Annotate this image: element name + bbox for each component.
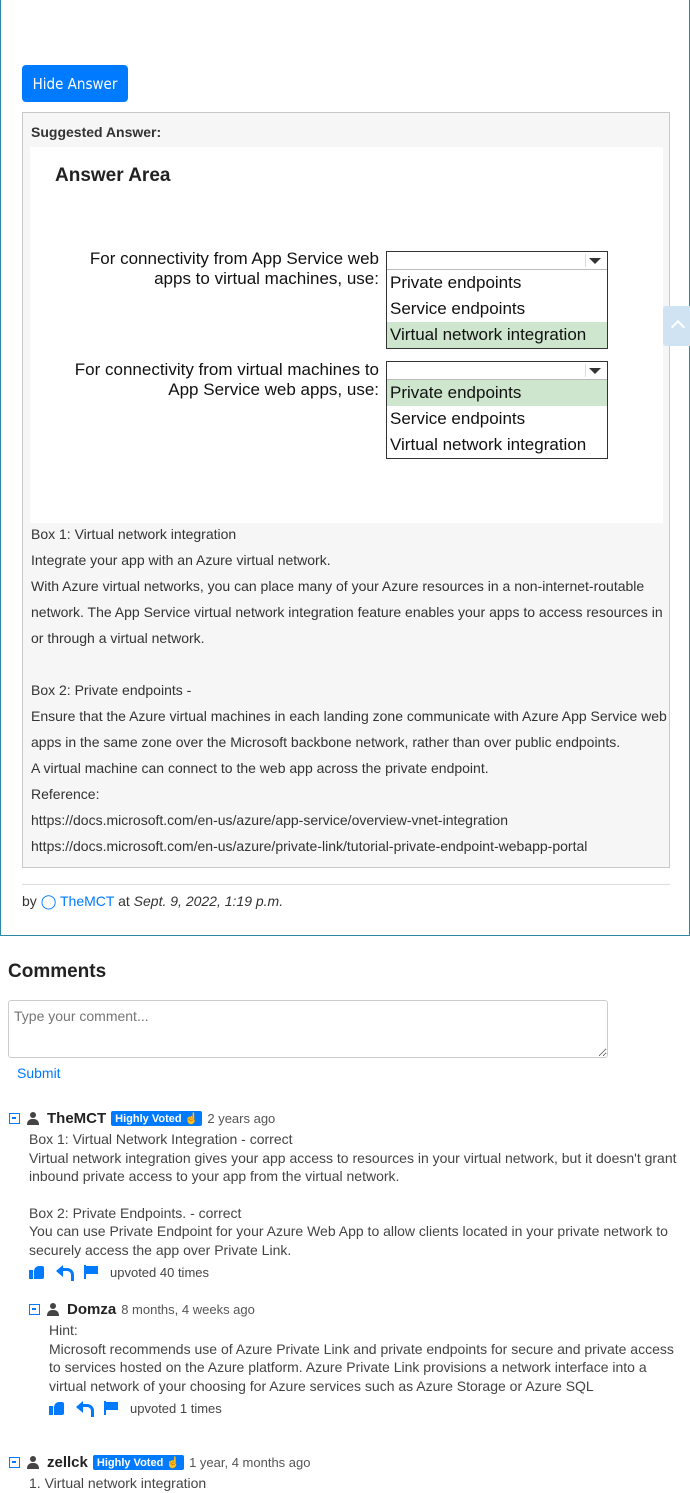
q2-dropdown: Private endpoints Service endpoints Virt… — [386, 361, 608, 459]
comment-time: 8 months, 4 weeks ago — [121, 1301, 255, 1317]
collapse-icon[interactable] — [9, 1456, 20, 1468]
byline: by ◯ TheMCT at Sept. 9, 2022, 1:19 p.m. — [22, 884, 670, 910]
comment-username[interactable]: Domza — [67, 1301, 116, 1318]
user-icon — [27, 1111, 39, 1125]
chevron-down-icon — [585, 254, 603, 267]
comment-body: Hint: Microsoft recommends use of Azure … — [49, 1322, 674, 1394]
question-card: Hide Answer Suggested Answer: Answer Are… — [0, 0, 690, 936]
flag-icon[interactable] — [83, 1265, 99, 1279]
scroll-to-top-button[interactable] — [663, 306, 690, 346]
reply-icon[interactable] — [76, 1401, 94, 1417]
user-link[interactable]: ◯ TheMCT — [41, 893, 115, 909]
comments-heading: Comments — [8, 961, 107, 982]
user-icon — [27, 1455, 39, 1469]
comment-actions: upvoted 40 times — [29, 1263, 679, 1281]
comment-username[interactable]: TheMCT — [47, 1110, 106, 1127]
q1-option: Private endpoints — [390, 273, 522, 292]
upvote-icon[interactable] — [29, 1265, 45, 1279]
q2-text: For connectivity from virtual machines t… — [74, 360, 379, 399]
comment-input[interactable] — [8, 1000, 608, 1058]
q2-option-selected: Private endpoints — [387, 380, 607, 406]
reference-link[interactable]: https://docs.microsoft.com/en-us/azure/a… — [31, 807, 667, 833]
answer-explanation: Box 1: Virtual network integration Integ… — [31, 521, 667, 859]
user-icon: ◯ — [40, 893, 57, 909]
reference-link[interactable]: https://docs.microsoft.com/en-us/azure/p… — [31, 833, 667, 859]
user-icon — [47, 1302, 59, 1316]
answer-area-title: Answer Area — [55, 165, 171, 186]
vote-count: upvoted 40 times — [110, 1264, 210, 1280]
suggested-answer-box: Suggested Answer: Answer Area For connec… — [22, 112, 670, 868]
q1-option-selected: Virtual network integration — [387, 322, 607, 348]
highly-voted-badge: Highly Voted ☝ — [111, 1110, 203, 1126]
comment-username[interactable]: zellck — [47, 1454, 88, 1471]
chevron-down-icon — [585, 364, 603, 377]
highly-voted-badge: Highly Voted ☝ — [92, 1454, 185, 1470]
q1-dropdown: Private endpoints Service endpoints Virt… — [386, 251, 608, 349]
thumbs-up-icon: ☝ — [184, 1112, 199, 1125]
comment-time: 1 year, 4 months ago — [189, 1454, 311, 1470]
submit-button[interactable]: Submit — [17, 1065, 61, 1081]
flag-icon[interactable] — [103, 1401, 119, 1415]
comment-body: 1. Virtual network integration — [29, 1475, 207, 1491]
collapse-icon[interactable] — [9, 1112, 20, 1124]
comment: TheMCT Highly Voted ☝ 2 years ago Box 1:… — [9, 1109, 679, 1281]
comment-reply: Domza 8 months, 4 weeks ago Hint: Micros… — [29, 1300, 674, 1417]
q1-text: For connectivity from App Service web ap… — [89, 249, 379, 288]
hide-answer-button[interactable]: Hide Answer — [22, 65, 128, 102]
q2-option: Virtual network integration — [390, 435, 587, 454]
collapse-icon[interactable] — [29, 1303, 40, 1315]
answer-area-image: Answer Area For connectivity from App Se… — [30, 147, 663, 523]
vote-count: upvoted 1 times — [130, 1400, 222, 1416]
q2-option: Service endpoints — [390, 409, 526, 428]
suggested-answer-label: Suggested Answer: — [31, 124, 162, 140]
q1-option: Service endpoints — [390, 299, 526, 318]
comment-actions: upvoted 1 times — [49, 1399, 674, 1417]
thumbs-up-icon: ☝ — [166, 1456, 181, 1469]
upvote-icon[interactable] — [49, 1401, 65, 1415]
comment: zellck Highly Voted ☝ 1 year, 4 months a… — [9, 1453, 679, 1493]
comment-time: 2 years ago — [207, 1110, 276, 1126]
reply-icon[interactable] — [56, 1265, 74, 1281]
comment-body: Box 1: Virtual Network Integration - cor… — [29, 1131, 677, 1258]
